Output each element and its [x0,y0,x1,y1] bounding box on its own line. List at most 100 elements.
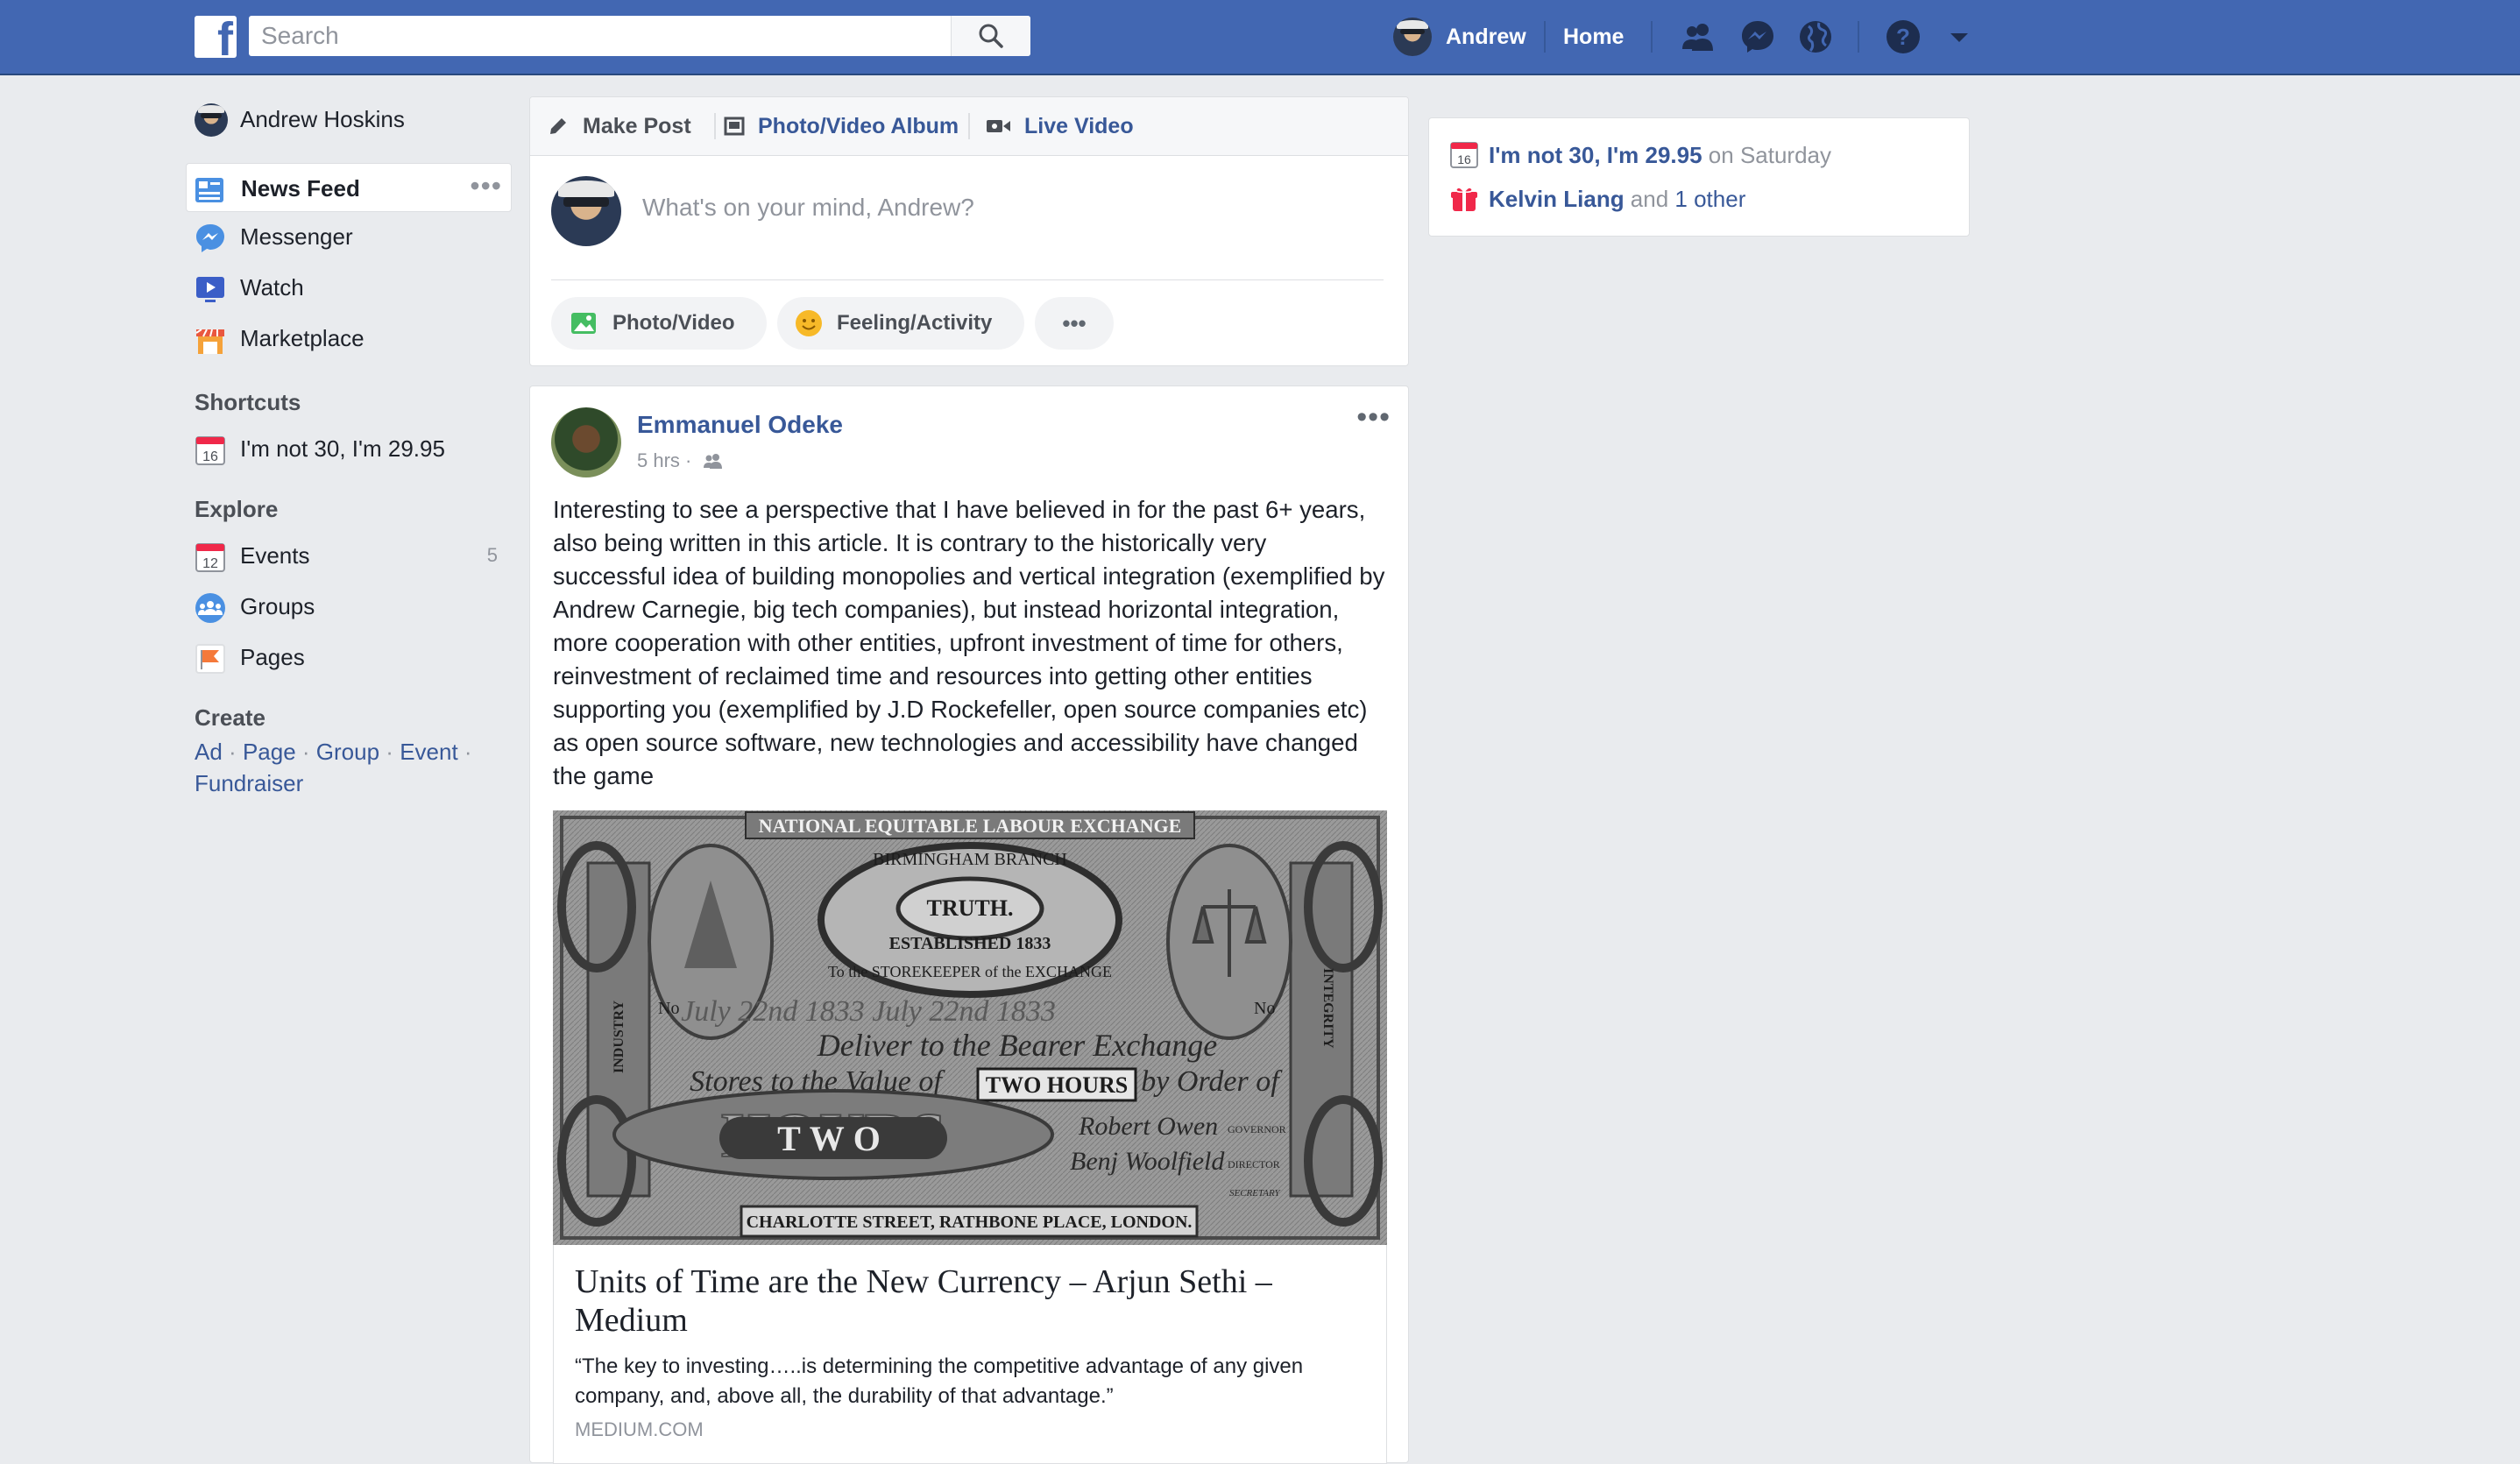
banknote-no-left: No [658,999,679,1018]
divider [551,279,1384,280]
composer-input[interactable]: What's on your mind, Andrew? [642,194,974,222]
more-actions-button[interactable]: ••• [1035,297,1114,350]
live-video-icon [987,120,1010,132]
sidebar-item-label: Marketplace [240,325,365,351]
create-event-link[interactable]: Event [400,739,458,765]
groups-icon [195,593,225,623]
news-feed-icon [195,178,223,202]
explore-heading: Explore [195,496,279,522]
post-composer: Make Post Photo/Video Album Live Video W… [529,96,1409,366]
facebook-logo-icon[interactable]: f [195,16,237,58]
friends-audience-icon [704,454,722,469]
photo-video-button[interactable]: Photo/Video [551,297,767,350]
banknote-signature-woolfield: Benj Woolfield [1070,1147,1225,1176]
calendar-icon: 16 [195,436,225,465]
calendar-icon: 16 [1450,142,1478,168]
separator-dot: · [464,739,472,765]
banknote-date-text: July 22nd 1833 July 22nd 1833 [681,995,1056,1028]
link-preview-title[interactable]: Units of Time are the New Currency – Arj… [575,1262,1346,1340]
sidebar-item-label: Messenger [240,223,353,250]
create-group-link[interactable]: Group [316,739,379,765]
birthday-reminder[interactable]: Kelvin Liang and 1 other [1450,181,1941,216]
messenger-icon[interactable] [1738,18,1777,56]
event-reminder-name[interactable]: I'm not 30, I'm 29.95 [1489,142,1702,168]
sidebar-item-label: News Feed [241,175,360,202]
post-author-avatar[interactable] [551,407,621,477]
more-options-icon[interactable]: ••• [470,164,502,208]
search-icon [979,24,1003,48]
separator-dot: · [301,739,316,765]
post-options-icon[interactable]: ••• [1356,400,1391,435]
banknote-deliver-text: Deliver to the Bearer Exchange [817,1028,1218,1063]
link-preview[interactable]: Units of Time are the New Currency – Arj… [553,1245,1387,1464]
banknote-illustration: NATIONAL EQUITABLE LABOUR EXCHANGE BIRMI… [553,810,1387,1245]
link-preview-domain: MEDIUM.COM [575,1418,704,1440]
separator-dot: · [386,739,400,765]
create-fundraiser-link[interactable]: Fundraiser [195,770,303,796]
profile-name: Andrew Hoskins [240,106,405,132]
tab-photo-video-album[interactable]: Photo/Video Album [758,97,959,155]
divider [714,113,716,139]
post-timestamp[interactable]: 5 hrs · [637,449,691,472]
event-reminder-text: I'm not 30, I'm 29.95 on Saturday [1489,138,1831,173]
account-menu-caret-icon[interactable] [1940,18,1978,56]
sidebar-item-label: Pages [240,644,305,670]
banknote-integrity-text: INTEGRITY [1320,968,1335,1049]
divider [1651,21,1653,53]
post-body-text: Interesting to see a perspective that I … [553,496,1385,789]
divider [1858,21,1859,53]
banknote-industry-text: INDUSTRY [612,1001,626,1073]
event-reminder[interactable]: 16 I'm not 30, I'm 29.95 on Saturday [1450,138,1941,173]
tab-live-video[interactable]: Live Video [1024,97,1134,155]
sidebar-item-label: Groups [240,593,315,619]
sidebar-item-pages[interactable]: Pages [186,633,512,682]
sidebar-item-shortcut-event[interactable]: 16 I'm not 30, I'm 29.95 [186,424,512,473]
sidebar-item-groups[interactable]: Groups [186,582,512,631]
sidebar-item-messenger[interactable]: Messenger [186,212,512,261]
create-page-link[interactable]: Page [243,739,296,765]
create-ad-link[interactable]: Ad [195,739,223,765]
tab-make-post[interactable]: Make Post [583,97,691,155]
banknote-signature-owen-title: GOVERNOR [1228,1123,1286,1135]
top-navigation-bar: f Andrew Home ? [0,0,2520,75]
divider [968,113,970,139]
top-avatar[interactable] [1393,18,1432,56]
banknote-two-text: TWO [777,1119,889,1158]
friends-icon[interactable] [1679,18,1717,56]
post-author-name[interactable]: Emmanuel Odeke [637,411,843,439]
sidebar-item-events[interactable]: 12 Events 5 [186,531,512,580]
gift-icon [1451,187,1477,211]
composer-tabs: Make Post Photo/Video Album Live Video [530,97,1408,156]
sidebar-item-news-feed[interactable]: News Feed ••• [186,163,512,212]
birthday-reminder-name[interactable]: Kelvin Liang [1489,186,1625,212]
event-reminder-when: on Saturday [1702,142,1832,168]
search-box [249,16,1030,56]
sidebar-item-label: I'm not 30, I'm 29.95 [240,435,445,462]
separator-dot: · [229,739,243,765]
sidebar-item-watch[interactable]: Watch [186,263,512,312]
top-profile-link[interactable]: Andrew [1446,18,1526,56]
link-preview-description: “The key to investing…..is determining t… [575,1354,1304,1408]
home-link[interactable]: Home [1563,18,1624,56]
news-feed-post: Emmanuel Odeke 5 hrs · ••• Interesting t… [529,385,1409,1464]
search-input[interactable] [249,16,950,56]
notifications-globe-icon[interactable] [1796,18,1835,56]
search-button[interactable] [951,16,1030,56]
photo-video-label: Photo/Video [612,311,735,335]
sidebar-item-marketplace[interactable]: Marketplace [186,314,512,363]
pencil-icon [550,118,566,134]
banknote-no-right: No [1254,999,1275,1018]
smiley-icon [796,310,822,336]
birthday-reminder-others[interactable]: 1 other [1674,186,1745,212]
banknote-storekeeper-text: To the STOREKEEPER of the EXCHANGE [828,963,1112,980]
banknote-image[interactable]: NATIONAL EQUITABLE LABOUR EXCHANGE BIRMI… [553,810,1387,1245]
calendar-date: 16 [1457,152,1471,166]
help-icon[interactable]: ? [1884,18,1922,56]
sidebar-profile[interactable]: Andrew Hoskins [186,95,512,144]
photo-icon [571,313,596,334]
banknote-branch-text: BIRMINGHAM BRANCH [873,850,1067,869]
banknote-secretary-text: SECRETARY [1229,1188,1282,1199]
messenger-icon [196,224,224,252]
events-count-badge: 5 [486,544,498,566]
feeling-activity-button[interactable]: Feeling/Activity [777,297,1024,350]
